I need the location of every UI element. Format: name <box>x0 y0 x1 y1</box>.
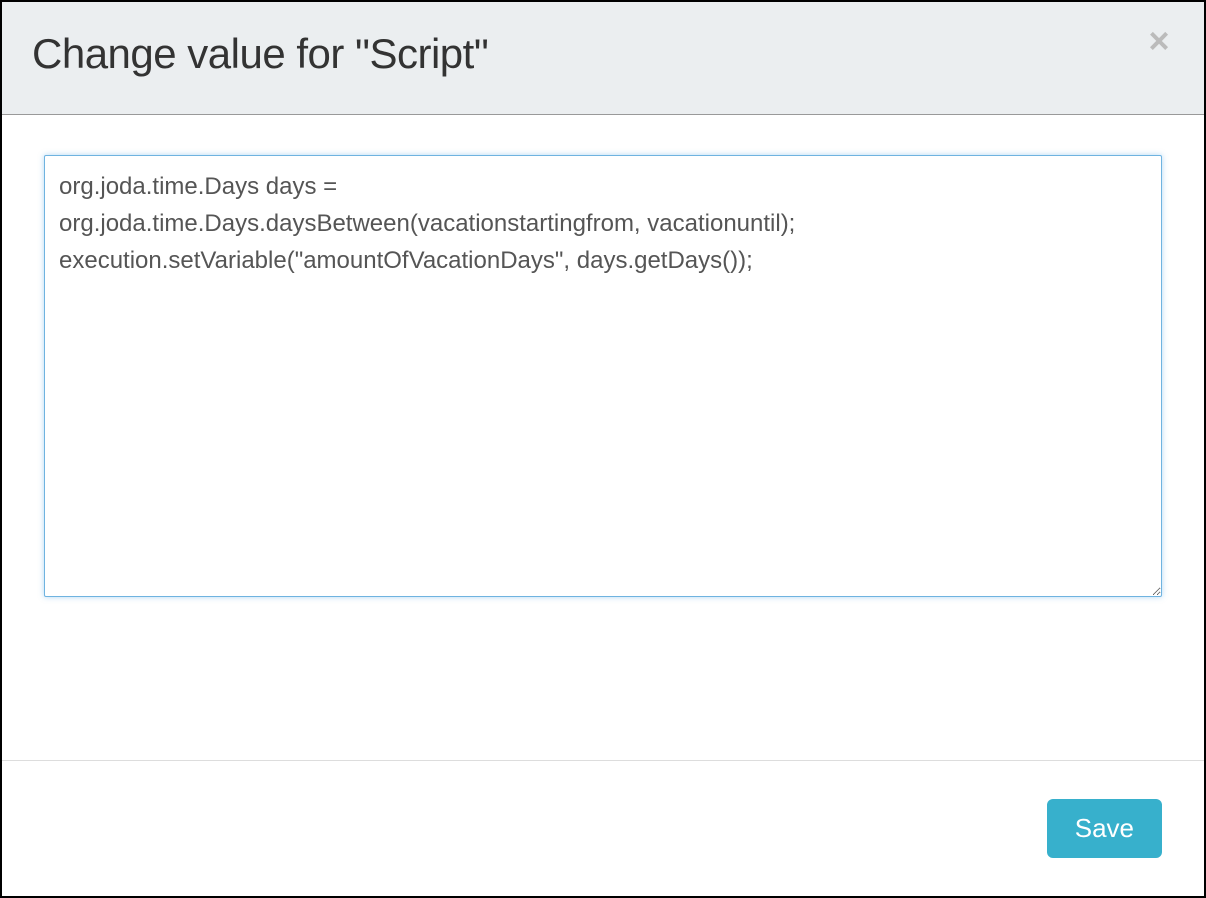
modal-footer: Save <box>2 760 1204 896</box>
save-button[interactable]: Save <box>1047 799 1162 858</box>
modal-dialog: Change value for "Script" × Save <box>0 0 1206 898</box>
close-button[interactable]: × <box>1144 26 1174 56</box>
modal-body <box>2 115 1204 760</box>
close-icon: × <box>1148 23 1169 59</box>
script-textarea[interactable] <box>44 155 1162 597</box>
modal-title: Change value for "Script" <box>32 30 1174 78</box>
modal-header: Change value for "Script" × <box>2 2 1204 115</box>
